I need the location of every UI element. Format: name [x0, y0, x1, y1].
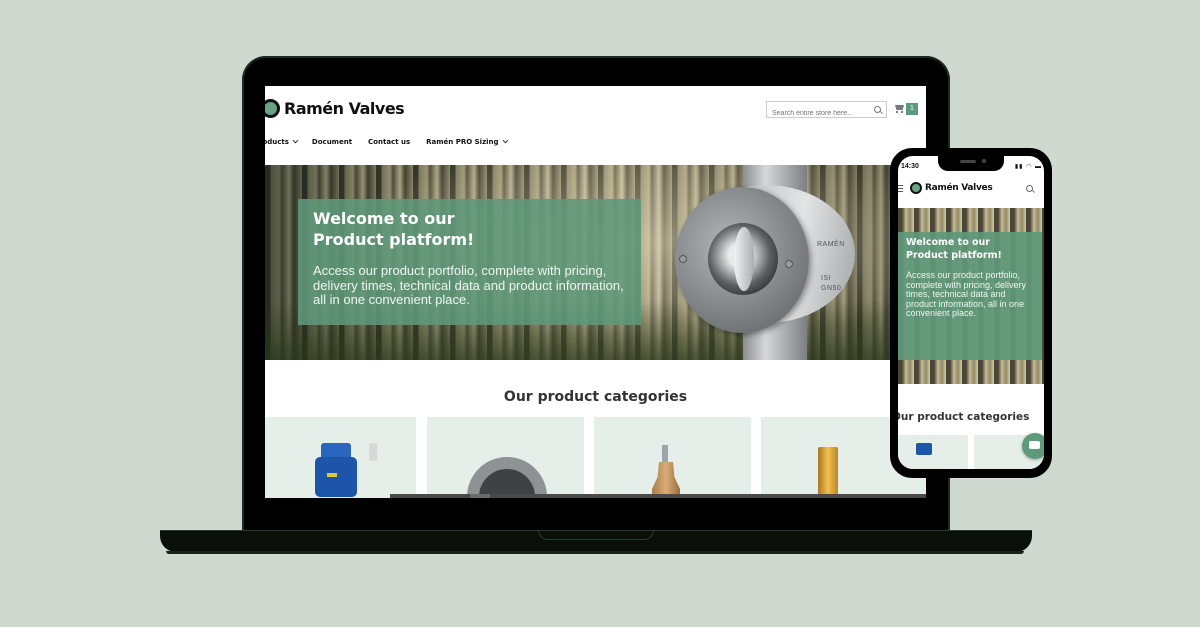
mobile-screen: 14:30 ▮▮ ◠ ▬ Ramén Valves Welcome to our… — [898, 156, 1044, 469]
nav-item-pro-sizing[interactable]: Ramén PRO Sizing — [426, 137, 508, 146]
laptop-trackpad-notch — [538, 530, 654, 540]
cart-count-badge[interactable]: 1 — [906, 103, 918, 115]
hamburger-menu-icon[interactable] — [898, 185, 903, 194]
search-icon[interactable] — [1026, 185, 1033, 192]
product-image-motor — [916, 443, 932, 455]
valve-engraving-line1: ISI — [821, 275, 832, 282]
nav-item-label: Contact us — [368, 138, 411, 146]
mobile-hero-title-line2: Product platform! — [906, 249, 1002, 261]
category-card-actuated-valve[interactable] — [265, 417, 416, 498]
mobile-logo[interactable]: Ramén Valves — [910, 182, 993, 194]
hero-banner: RAMÉN ISI GN50 Welcome to our Product pl… — [265, 165, 926, 360]
cart-wheel — [896, 111, 898, 113]
product-image-ring-valve — [467, 457, 547, 498]
mobile-hero-text-box: Welcome to our Product platform! Access … — [898, 232, 1042, 360]
cart-basket — [895, 105, 904, 110]
horizontal-scrollbar[interactable] — [390, 494, 926, 498]
valve-disc — [734, 227, 754, 291]
mobile-categories-heading: Our product categories — [898, 411, 1030, 423]
nav-item-label: Document — [311, 138, 353, 146]
camera-icon — [982, 159, 986, 163]
search-icon[interactable] — [874, 106, 881, 113]
cart-wheel — [901, 111, 903, 113]
hero-text-box: Welcome to our Product platform! Access … — [298, 199, 641, 325]
status-bar-time: 14:30 — [901, 163, 919, 170]
valve-engraving-brand: RAMÉN — [817, 241, 845, 248]
hero-description: Access our product portfolio, complete w… — [313, 263, 624, 307]
search-box — [766, 101, 887, 121]
valve-engraving-line2: GN50 — [821, 285, 842, 292]
scrollbar-thumb[interactable] — [470, 494, 490, 498]
mobile-hero-title-line1: Welcome to our — [906, 237, 990, 248]
speaker-icon — [960, 160, 976, 163]
logo-text: Ramén Valves — [284, 99, 405, 118]
hero-title-line2: Product platform! — [313, 230, 475, 249]
nav-item-contact-us[interactable]: Contact us — [368, 138, 410, 146]
mobile-hero-title: Welcome to our Product platform! — [906, 237, 1034, 262]
valve-screw — [785, 260, 793, 268]
logo-circle-icon — [265, 99, 280, 118]
product-image-bronze-valve — [652, 462, 680, 498]
nav-item-label: roducts — [265, 138, 289, 146]
valve-screw — [679, 255, 687, 263]
category-card-bronze-valve[interactable] — [594, 417, 751, 498]
product-image-tag — [327, 473, 337, 477]
site-header: Ramén Valves roducts Document Contact us… — [265, 86, 926, 164]
main-nav: roducts Document Contact us Ramén PRO Si… — [265, 137, 508, 146]
chat-icon[interactable] — [1022, 433, 1044, 459]
chevron-down-icon — [292, 137, 299, 144]
cart-icon[interactable] — [893, 103, 905, 114]
category-card-ring-valve[interactable] — [427, 417, 584, 498]
product-image-brass-cylinder — [818, 447, 838, 498]
product-image-positioner — [369, 443, 377, 461]
search-input[interactable] — [767, 106, 867, 121]
phone-frame: 14:30 ▮▮ ◠ ▬ Ramén Valves Welcome to our… — [890, 148, 1052, 478]
nav-item-document[interactable]: Document — [312, 138, 352, 146]
logo-text: Ramén Valves — [925, 183, 993, 193]
site-logo[interactable]: Ramén Valves — [265, 99, 405, 118]
chevron-down-icon — [502, 137, 508, 144]
status-bar-icons: ▮▮ ◠ ▬ — [1014, 164, 1042, 170]
categories-heading: Our product categories — [503, 389, 688, 405]
hero-title-line1: Welcome to our — [313, 209, 455, 228]
hero-title: Welcome to our Product platform! — [313, 208, 626, 250]
desktop-screen: Ramén Valves roducts Document Contact us… — [265, 86, 926, 498]
mobile-hero-description: Access our product portfolio, complete w… — [906, 270, 1027, 318]
mobile-hero-banner: Welcome to our Product platform! Access … — [898, 208, 1044, 384]
nav-item-label: Ramén PRO Sizing — [426, 138, 499, 146]
logo-circle-icon — [910, 182, 922, 194]
laptop-base-foot — [166, 551, 1024, 554]
nav-item-products[interactable]: roducts — [265, 137, 299, 146]
product-image-motor — [315, 457, 357, 497]
mobile-category-card[interactable] — [898, 435, 968, 469]
phone-notch — [938, 156, 1004, 171]
